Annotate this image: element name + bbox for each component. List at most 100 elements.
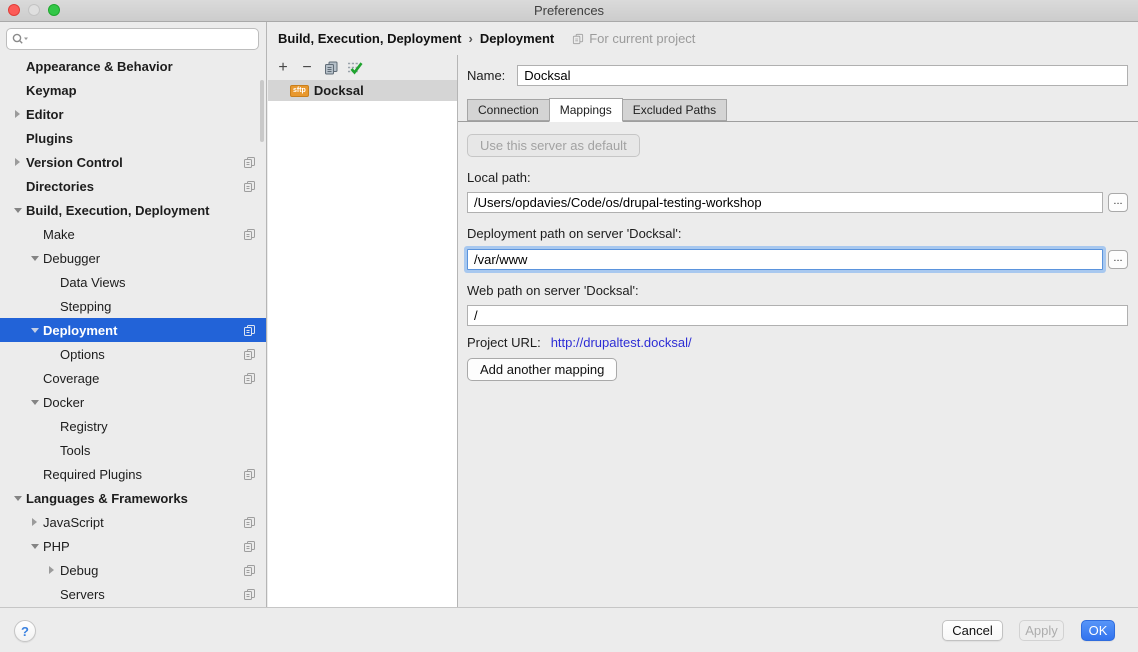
sidebar-item-label: Servers [60,587,105,602]
sidebar-item-appearance-behavior[interactable]: Appearance & Behavior [0,54,266,78]
sidebar-item-make[interactable]: Make [0,222,266,246]
chevron-down-icon[interactable] [27,318,42,342]
search-box[interactable] [6,28,259,50]
search-input[interactable] [32,30,258,48]
project-url-link[interactable]: http://drupaltest.docksal/ [551,335,692,350]
sidebar-item-required-plugins[interactable]: Required Plugins [0,462,266,486]
dialog-footer: ? Cancel Apply OK [0,607,1138,652]
sidebar-item-label: Version Control [26,155,123,170]
shared-settings-icon [243,372,256,385]
tab-connection[interactable]: Connection [467,99,549,121]
tab-mappings[interactable]: Mappings [549,98,623,122]
sidebar-item-label: Make [43,227,75,242]
chevron-right-icon[interactable] [10,102,25,126]
chevron-down-icon[interactable] [10,198,25,222]
sidebar-item-plugins[interactable]: Plugins [0,126,266,150]
cancel-button[interactable]: Cancel [942,620,1003,641]
deployment-path-input[interactable] [467,249,1103,270]
sidebar-item-build-execution-deployment[interactable]: Build, Execution, Deployment [0,198,266,222]
zoom-icon[interactable] [48,4,60,16]
web-path-label: Web path on server 'Docksal': [467,283,1128,298]
sidebar-item-servers[interactable]: Servers [0,582,266,606]
chevron-down-icon[interactable] [27,534,42,558]
sidebar-item-docker[interactable]: Docker [0,390,266,414]
chevron-down-icon[interactable] [27,246,42,270]
sftp-server-icon: sftp [290,85,309,97]
sidebar-item-label: Tools [60,443,90,458]
sidebar-item-label: Registry [60,419,108,434]
sidebar-item-coverage[interactable]: Coverage [0,366,266,390]
mappings-tab-content: Use this server as default Local path: .… [458,122,1138,381]
use-as-default-check-icon[interactable] [346,59,364,77]
local-path-row: ... [467,192,1128,213]
shared-settings-icon [243,324,256,337]
tab-excluded-paths[interactable]: Excluded Paths [623,99,727,121]
shared-settings-icon [243,564,256,577]
add-another-mapping-button[interactable]: Add another mapping [467,358,617,381]
settings-tree: Appearance & Behavior Keymap Editor Plugins… [0,54,266,606]
preferences-window: Preferences Appearance & Behavior Keymap E… [0,0,1138,652]
server-item-label: Docksal [314,83,364,98]
sidebar-item-label: Editor [26,107,64,122]
web-path-input[interactable] [467,305,1128,326]
sidebar-item-directories[interactable]: Directories [0,174,266,198]
deployment-path-browse-button[interactable]: ... [1108,250,1128,269]
sidebar-item-javascript[interactable]: JavaScript [0,510,266,534]
shared-settings-icon [243,348,256,361]
web-path-row [467,305,1128,326]
sidebar-item-debug[interactable]: Debug [0,558,266,582]
title-bar: Preferences [0,0,1138,22]
window-title: Preferences [534,3,604,18]
chevron-right-icon[interactable] [44,558,59,582]
chevron-right-icon[interactable] [27,510,42,534]
sidebar-item-keymap[interactable]: Keymap [0,78,266,102]
window-controls [8,4,60,16]
help-button[interactable]: ? [14,620,36,642]
shared-settings-icon [243,180,256,193]
breadcrumb-parent[interactable]: Build, Execution, Deployment [278,31,461,46]
sidebar-item-deployment[interactable]: Deployment [0,318,266,342]
sidebar-item-version-control[interactable]: Version Control [0,150,266,174]
local-path-browse-button[interactable]: ... [1108,193,1128,212]
settings-sidebar: Appearance & Behavior Keymap Editor Plugins… [0,22,267,607]
use-server-as-default-button[interactable]: Use this server as default [467,134,640,157]
sidebar-item-options[interactable]: Options [0,342,266,366]
remove-icon[interactable]: − [298,59,316,77]
server-toolbar: + − [268,55,457,80]
apply-button[interactable]: Apply [1019,620,1064,641]
sidebar-item-label: PHP [43,539,70,554]
tab-bar: Connection Mappings Excluded Paths [458,99,1138,122]
copy-icon[interactable] [322,59,340,77]
sidebar-item-label: Coverage [43,371,99,386]
sidebar-item-tools[interactable]: Tools [0,438,266,462]
sidebar-item-editor[interactable]: Editor [0,102,266,126]
sidebar-item-php[interactable]: PHP [0,534,266,558]
shared-settings-icon [243,588,256,601]
chevron-down-icon[interactable] [27,390,42,414]
sidebar-item-languages-frameworks[interactable]: Languages & Frameworks [0,486,266,510]
sidebar-item-data-views[interactable]: Data Views [0,270,266,294]
minimize-icon [28,4,40,16]
no-arrow [27,222,42,246]
local-path-input[interactable] [467,192,1103,213]
sidebar-scrollbar[interactable] [260,80,264,142]
server-item-docksal[interactable]: sftp Docksal [268,80,457,101]
chevron-down-icon[interactable] [10,486,25,510]
deployment-form-panel: Name: Connection Mappings Excluded Paths… [458,55,1138,607]
sidebar-item-registry[interactable]: Registry [0,414,266,438]
close-icon[interactable] [8,4,20,16]
sidebar-item-stepping[interactable]: Stepping [0,294,266,318]
add-icon[interactable]: + [274,59,292,77]
no-arrow [27,462,42,486]
name-input[interactable] [517,65,1128,86]
sidebar-item-label: Keymap [26,83,77,98]
ok-button[interactable]: OK [1081,620,1115,641]
no-arrow [10,78,25,102]
chevron-right-icon[interactable] [10,150,25,174]
sidebar-item-debugger[interactable]: Debugger [0,246,266,270]
breadcrumb-current: Deployment [480,31,554,46]
shared-settings-icon [243,468,256,481]
no-arrow [44,270,59,294]
no-arrow [10,126,25,150]
no-arrow [44,414,59,438]
